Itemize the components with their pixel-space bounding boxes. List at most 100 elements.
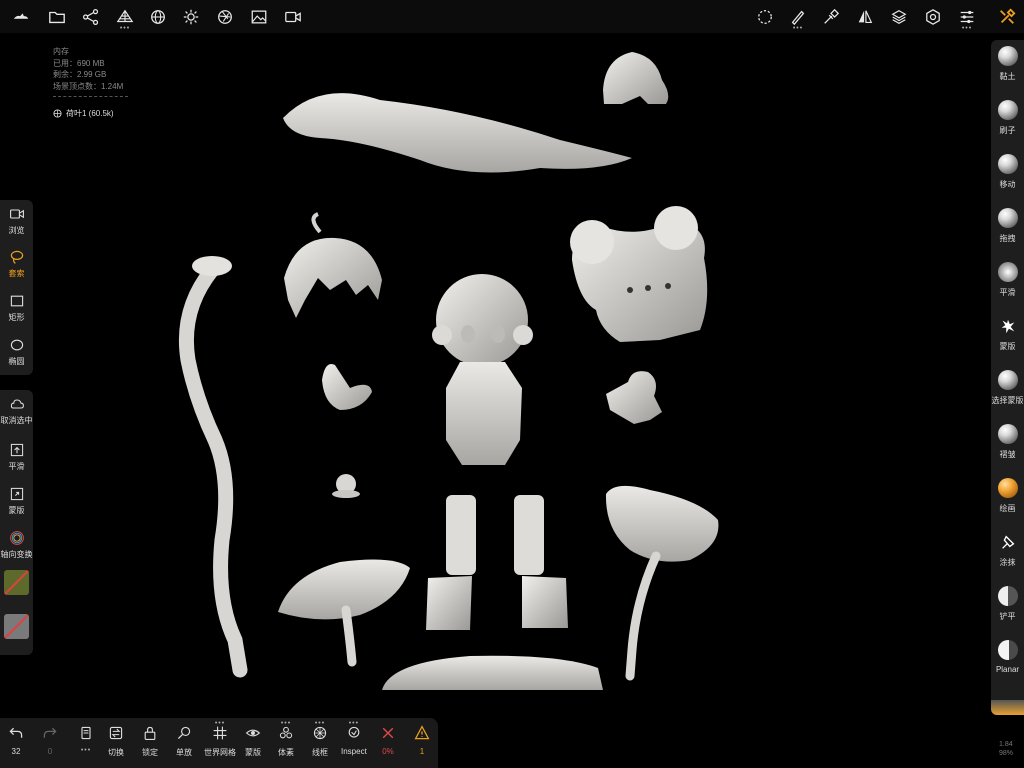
tool-rect[interactable]: 矩形 <box>0 287 33 331</box>
brush-move[interactable]: 移动 <box>991 148 1024 202</box>
tool-browse[interactable]: 浏览 <box>0 200 33 244</box>
leg-right <box>514 495 544 575</box>
brush-standard[interactable]: 刷子 <box>991 94 1024 148</box>
brush-paint[interactable]: 绘画 <box>991 472 1024 526</box>
3d-viewport[interactable] <box>150 40 980 760</box>
opacity-button[interactable]: 0% <box>380 725 396 765</box>
color-swatch[interactable] <box>4 614 29 639</box>
smooth-icon <box>10 443 23 457</box>
brush-flatten-label: 铲平 <box>999 612 1016 621</box>
selected-mesh[interactable]: 荷叶1 (60.5k) <box>53 108 114 119</box>
brush-planar[interactable]: Planar <box>991 634 1024 688</box>
globe-icon[interactable] <box>147 6 169 28</box>
brush-clay[interactable]: 黏土 <box>991 40 1024 94</box>
move-brush-icon <box>997 154 1018 174</box>
brush-stroke-icon[interactable]: ••• <box>787 6 809 32</box>
redo-button[interactable]: 0 <box>42 725 58 765</box>
voxel-button[interactable]: ••• 体素 <box>278 720 294 765</box>
solo-label: 单放 <box>176 748 192 757</box>
undo-button[interactable]: 32 <box>8 725 24 765</box>
warning-count: 1 <box>419 747 425 756</box>
inspect-button[interactable]: ••• Inspect <box>341 720 367 765</box>
memory-info: 内存 已用：690 MB 剩余：2.99 GB 场景顶点数：1.24M <box>53 46 128 97</box>
list-icon <box>81 726 91 740</box>
redo-count: 0 <box>47 747 53 756</box>
brush-mask[interactable]: 蒙版 <box>991 310 1024 364</box>
more-dots: ••• <box>80 747 92 754</box>
lock-icon <box>144 726 156 740</box>
smooth-button[interactable]: 平滑 <box>0 436 33 480</box>
scene-graph-icon[interactable] <box>80 6 102 28</box>
layers-icon[interactable] <box>888 6 910 28</box>
brush-crease-label: 褶皱 <box>999 450 1016 459</box>
brush-crease[interactable]: 褶皱 <box>991 418 1024 472</box>
axis-transform-button[interactable]: 轴向变换 <box>0 524 33 568</box>
tools-icon[interactable] <box>996 6 1018 28</box>
brush-select-mask[interactable]: 选择蒙版 <box>991 364 1024 418</box>
wireframe-button[interactable]: ••• 线框 <box>312 720 328 765</box>
scene-list-button[interactable]: ••• <box>78 725 94 765</box>
mask-label: 蒙版 <box>8 506 25 515</box>
switch-label: 切换 <box>108 748 124 757</box>
switch-button[interactable]: 切换 <box>108 725 124 765</box>
axis-transform-label: 轴向变换 <box>0 550 33 559</box>
brush-clay-label: 黏土 <box>999 72 1016 81</box>
lock-button[interactable]: 锁定 <box>142 725 158 765</box>
brush-drag[interactable]: 拖拽 <box>991 202 1024 256</box>
left-action-panel: 取消选中 平滑 蒙版 轴向变换 <box>0 390 33 655</box>
mesh-name: 荷叶1 (60.5k) <box>66 109 114 118</box>
switch-icon <box>109 726 123 740</box>
divider <box>53 96 128 97</box>
opacity-percent: 0% <box>382 747 394 756</box>
brush-smooth[interactable]: 平滑 <box>991 256 1024 310</box>
world-grid-button[interactable]: ••• 世界网格 <box>204 720 236 765</box>
material-swatch[interactable] <box>4 570 29 595</box>
brush-planar-label: Planar <box>995 665 1020 674</box>
video-camera-icon[interactable] <box>282 6 304 28</box>
folder-icon[interactable] <box>46 6 68 28</box>
topology-icon[interactable]: ••• <box>114 6 136 32</box>
drag-brush-icon <box>997 208 1018 228</box>
memory-used: 已用：690 MB <box>53 58 105 68</box>
brush-standard-label: 刷子 <box>999 126 1016 135</box>
perf-line-2: 98% <box>999 750 1014 757</box>
lasso-select-icon[interactable] <box>754 6 776 28</box>
brush-flatten[interactable]: 铲平 <box>991 580 1024 634</box>
image-icon[interactable] <box>248 6 270 28</box>
brush-smudge[interactable]: 涂抹 <box>991 526 1024 580</box>
aperture-icon[interactable] <box>214 6 236 28</box>
settings-icon[interactable] <box>922 6 944 28</box>
lotus-leaf-right <box>605 485 719 562</box>
wireframe-icon <box>313 726 327 740</box>
mask-view-button[interactable]: 蒙版 <box>245 725 261 765</box>
logo-icon[interactable] <box>10 6 32 28</box>
camera-icon <box>9 209 24 219</box>
sliders-icon[interactable]: ••• <box>956 6 978 32</box>
tool-ellipse[interactable]: 椭圆 <box>0 331 33 375</box>
tool-lasso[interactable]: 套索 <box>0 243 33 287</box>
hair-piece <box>284 237 382 318</box>
cancel-selection-button[interactable]: 取消选中 <box>0 390 33 434</box>
voxel-icon <box>279 726 293 739</box>
world-grid-label: 世界网格 <box>204 748 236 757</box>
cloud-icon <box>10 399 24 409</box>
symmetry-icon[interactable] <box>854 6 876 28</box>
warning-button[interactable]: 1 <box>414 725 430 765</box>
lotus-leaf-top <box>283 93 632 173</box>
sun-icon[interactable] <box>180 6 202 28</box>
picker-icon[interactable] <box>820 6 842 28</box>
mask-button[interactable]: 蒙版 <box>0 480 33 524</box>
smudge-icon <box>998 532 1018 552</box>
scene-vertices: 场景顶点数：1.24M <box>53 81 124 91</box>
perf-line-1: 1.84 <box>999 741 1013 748</box>
base-platform <box>382 655 603 690</box>
solo-button[interactable]: 单放 <box>176 725 192 765</box>
brush-paint-label: 绘画 <box>999 504 1016 513</box>
hand <box>322 364 372 410</box>
ellipse-icon <box>10 339 23 351</box>
brush-move-label: 移动 <box>999 180 1016 189</box>
frog <box>603 52 669 104</box>
lasso-icon <box>10 250 23 264</box>
brush-list-more[interactable] <box>991 700 1024 715</box>
eye-icon <box>245 729 261 737</box>
